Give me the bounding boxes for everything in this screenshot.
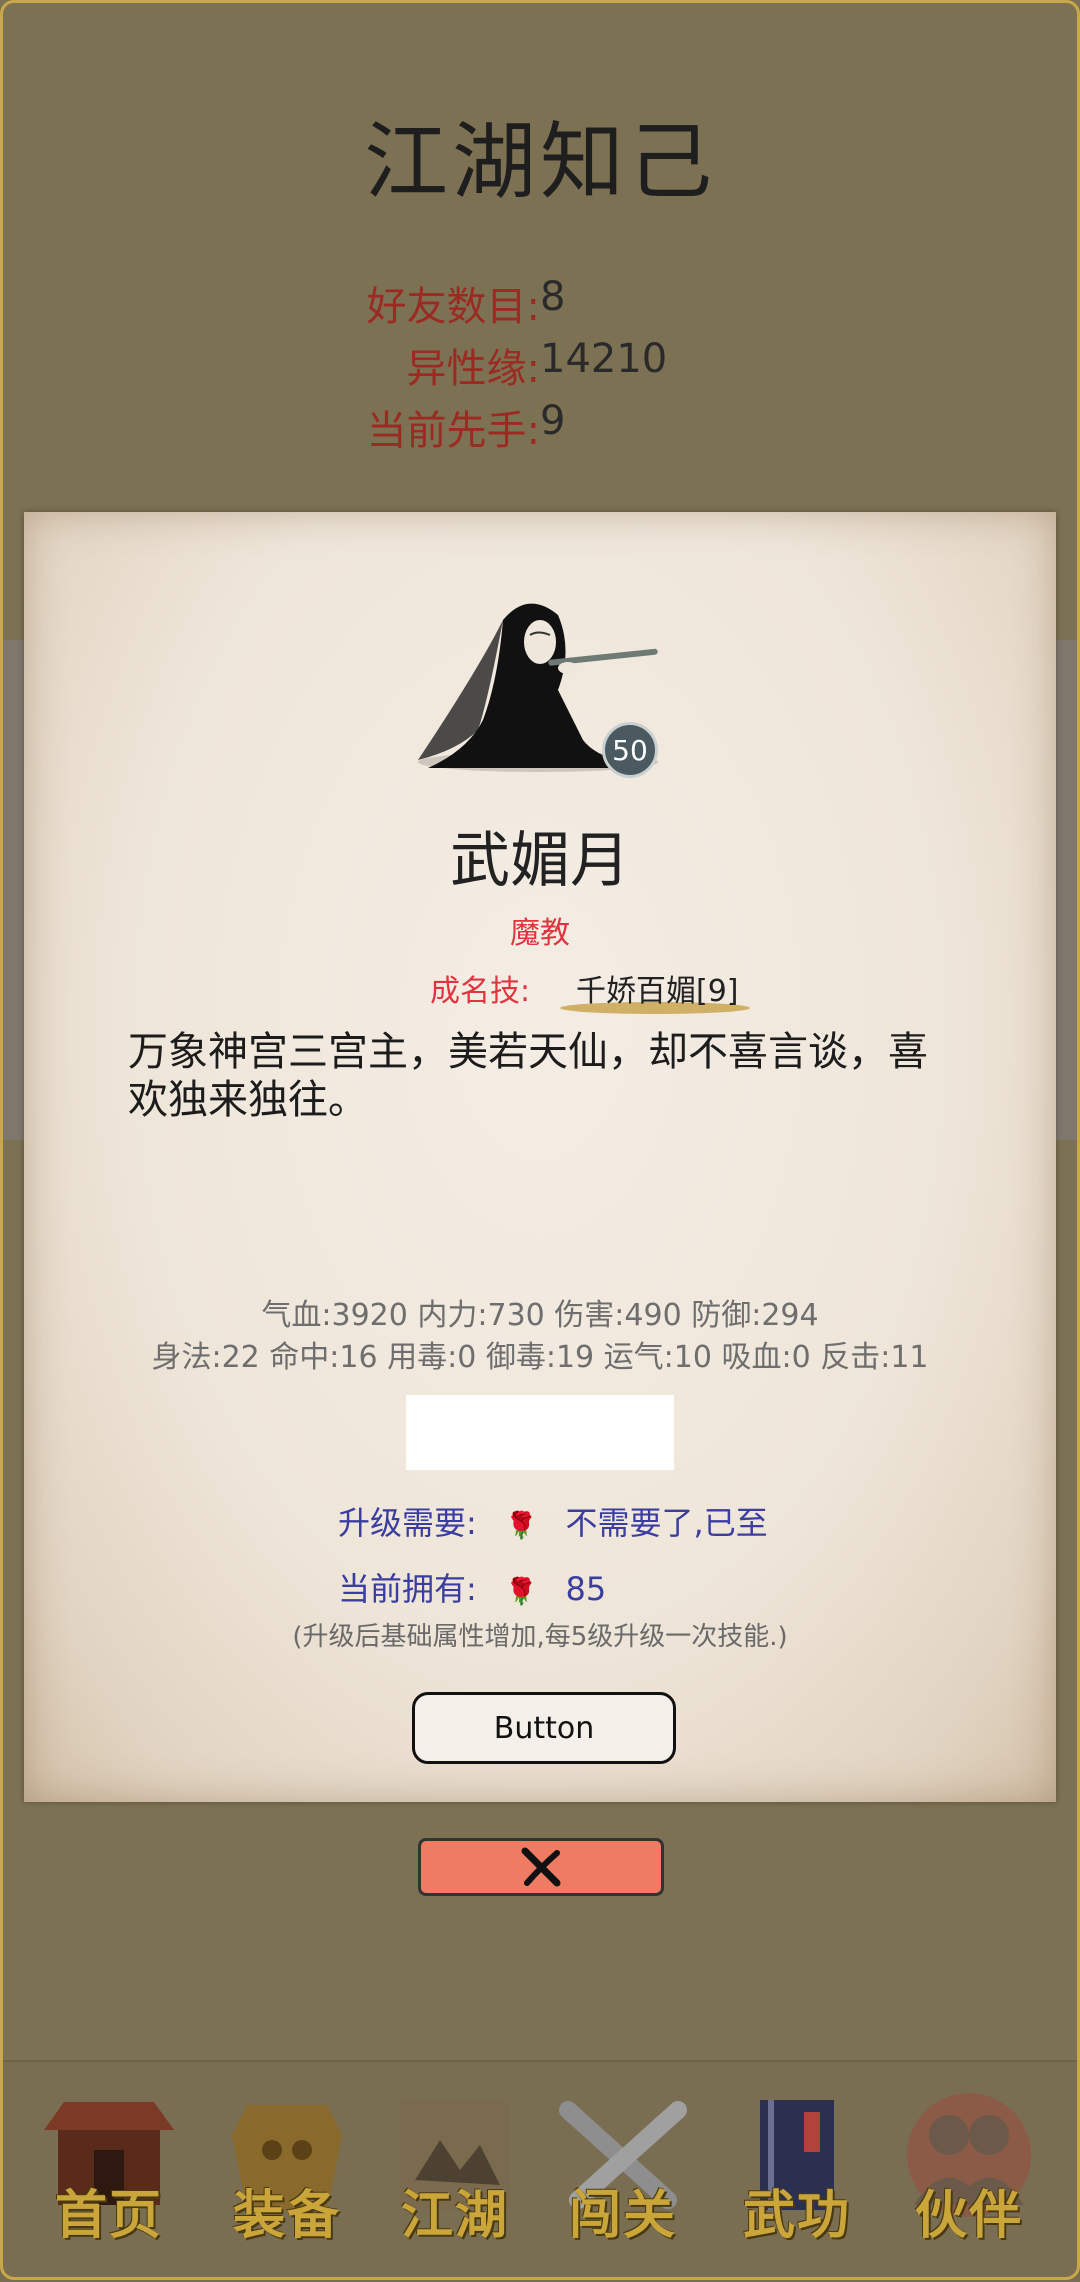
rose-icon: 🌹 (504, 1511, 538, 1541)
page-title: 江湖知己 (363, 113, 716, 211)
close-button[interactable] (418, 1838, 664, 1896)
signature-skill-label: 成名技: (430, 974, 531, 1009)
character-description: 万象神宫三宫主，美若天仙，却不喜言谈，喜欢独来独往。 (128, 1029, 928, 1123)
nav-item-challenge[interactable]: 闯关 (548, 2090, 698, 2260)
stat-label-charm: 异性缘: (406, 346, 540, 392)
upgrade-hint: (升级后基础属性增加,每5级升级一次技能.) (292, 1622, 788, 1652)
nav-label-equipment: 装备 (232, 2185, 341, 2246)
blank-panel (406, 1395, 674, 1470)
nav-item-partners[interactable]: 伙伴 (894, 2090, 1044, 2260)
attributes-secondary: 身法:22 命中:16 用毒:0 御毒:19 运气:10 吸血:0 反击:11 (151, 1340, 929, 1375)
stat-value-charm: 14210 (540, 336, 668, 382)
signature-skill-value: 千娇百媚[9] (576, 974, 739, 1009)
upgrade-need-row: 升级需要: 🌹 不需要了,已至 (338, 1498, 768, 1544)
stat-label-friends: 好友数目: (366, 284, 540, 330)
nav-label-partners: 伙伴 (914, 2185, 1023, 2246)
upgrade-button[interactable]: Button (412, 1692, 676, 1764)
close-icon (521, 1847, 561, 1887)
level-badge: 50 (602, 722, 658, 778)
owned-row: 当前拥有: 🌹 85 (338, 1564, 606, 1610)
stat-label-initiative: 当前先手: (366, 408, 540, 454)
character-faction: 魔教 (510, 916, 570, 951)
stat-value-friends: 8 (540, 274, 566, 320)
upgrade-need-value: 不需要了,已至 (565, 1504, 768, 1542)
character-name: 武媚月 (450, 826, 630, 896)
attributes-primary: 气血:3920 内力:730 伤害:490 防御:294 (261, 1298, 819, 1333)
upgrade-need-label: 升级需要: (338, 1504, 477, 1542)
nav-label-martial-arts: 武功 (742, 2185, 851, 2246)
rose-icon: 🌹 (504, 1577, 538, 1607)
nav-item-martial-arts[interactable]: 武功 (722, 2090, 872, 2260)
stat-value-initiative: 9 (540, 398, 566, 444)
nav-label-challenge: 闯关 (568, 2185, 677, 2246)
nav-item-home[interactable]: 首页 (34, 2090, 184, 2260)
owned-value: 85 (565, 1570, 607, 1608)
nav-label-jianghu: 江湖 (400, 2185, 509, 2246)
nav-label-home: 首页 (54, 2185, 163, 2246)
nav-item-jianghu[interactable]: 江湖 (380, 2090, 530, 2260)
nav-item-equipment[interactable]: 装备 (212, 2090, 362, 2260)
owned-label: 当前拥有: (338, 1570, 477, 1608)
